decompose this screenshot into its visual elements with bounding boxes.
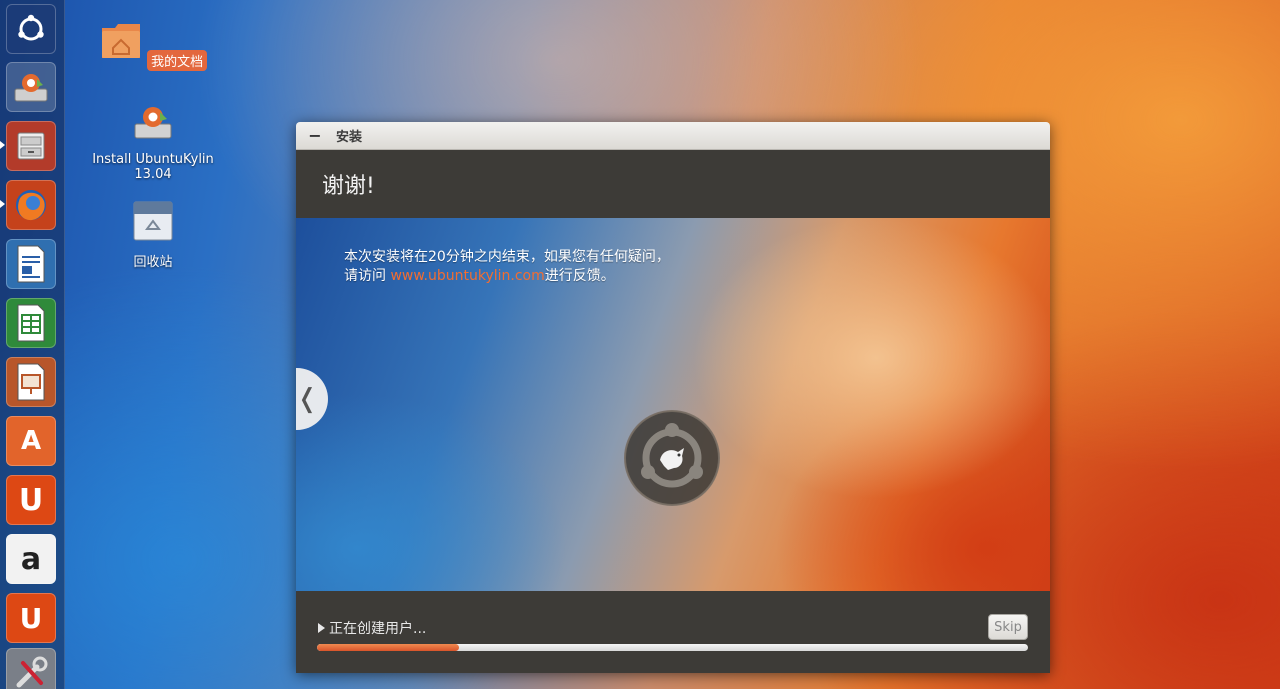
minimize-button[interactable]: − (308, 125, 322, 145)
firefox-icon (16, 190, 46, 221)
launcher-ubuntu-one[interactable]: U (6, 475, 56, 525)
slideshow: 本次安装将在20分钟之内结束，如果您有任何疑问，请访问 www.ubuntuky… (296, 218, 1050, 591)
previous-slide-button[interactable]: ❬ (296, 368, 328, 430)
status-text: 正在创建用户... (329, 621, 427, 637)
skip-button[interactable]: Skip (988, 614, 1028, 640)
presentation-icon (17, 363, 45, 401)
progress-footer: 正在创建用户... Skip (296, 591, 1050, 673)
ubuntu-one-music-icon: U (19, 601, 43, 635)
install-status[interactable]: 正在创建用户... (318, 618, 426, 638)
launcher-writer[interactable] (6, 239, 56, 289)
launcher-dash-home[interactable] (6, 4, 56, 54)
desktop-icon-label: Install UbuntuKylin (92, 152, 214, 167)
trash-icon (133, 201, 173, 241)
installer-icon (134, 107, 172, 139)
minimize-icon: − (308, 125, 322, 145)
window-titlebar[interactable]: − 安装 (296, 122, 1050, 150)
folder-home-icon (101, 24, 140, 58)
website-link[interactable]: www.ubuntukylin.com (390, 268, 544, 284)
launcher-file-manager[interactable] (6, 121, 56, 171)
ubuntukylin-emblem-icon (624, 410, 720, 506)
running-indicator (0, 141, 5, 149)
launcher-installer[interactable] (6, 62, 56, 112)
file-cabinet-icon (17, 132, 45, 160)
running-indicator (0, 200, 5, 208)
software-center-icon: A (20, 426, 42, 456)
slide-header: 谢谢! (296, 150, 1050, 218)
desktop-icon-my-documents[interactable]: 我的文档 (83, 18, 223, 71)
desktop-icon-label-version: 13.04 (134, 167, 172, 182)
desktop-icon-trash[interactable]: 回收站 (83, 199, 223, 270)
document-writer-icon (17, 245, 45, 283)
installer-window: − 安装 谢谢! 本次安装将在20分钟之内结束，如果您有任何疑问，请访问 www… (296, 122, 1050, 673)
ubuntu-logo-icon (18, 14, 44, 41)
desktop-icon-label: 回收站 (133, 255, 173, 270)
launcher-amazon[interactable]: a (6, 534, 56, 584)
launcher-software-center[interactable]: A (6, 416, 56, 466)
launcher-system-settings[interactable] (6, 648, 56, 689)
launcher-firefox[interactable] (6, 180, 56, 230)
launcher: A U a U (0, 0, 65, 689)
install-progress-bar (317, 644, 1028, 651)
desktop-icon-install[interactable]: Install UbuntuKylin 13.04 (83, 100, 223, 182)
slide-text-after: 进行反馈。 (544, 268, 615, 284)
slide-heading: 谢谢! (322, 174, 375, 199)
expander-arrow-icon (318, 623, 325, 633)
spreadsheet-icon (17, 304, 45, 342)
launcher-impress[interactable] (6, 357, 56, 407)
launcher-ubuntu-one-music[interactable]: U (6, 593, 56, 643)
installer-icon (14, 74, 48, 102)
desktop-icon-label: 我的文档 (147, 50, 208, 71)
chevron-left-icon: ❬ (296, 384, 318, 414)
launcher-calc[interactable] (6, 298, 56, 348)
slide-text: 本次安装将在20分钟之内结束，如果您有任何疑问，请访问 www.ubuntuky… (344, 248, 674, 286)
amazon-icon: a (20, 541, 42, 577)
settings-tools-icon (16, 656, 48, 688)
window-title: 安装 (336, 130, 363, 145)
ubuntu-one-icon: U (18, 482, 44, 518)
progress-fill (317, 644, 460, 651)
